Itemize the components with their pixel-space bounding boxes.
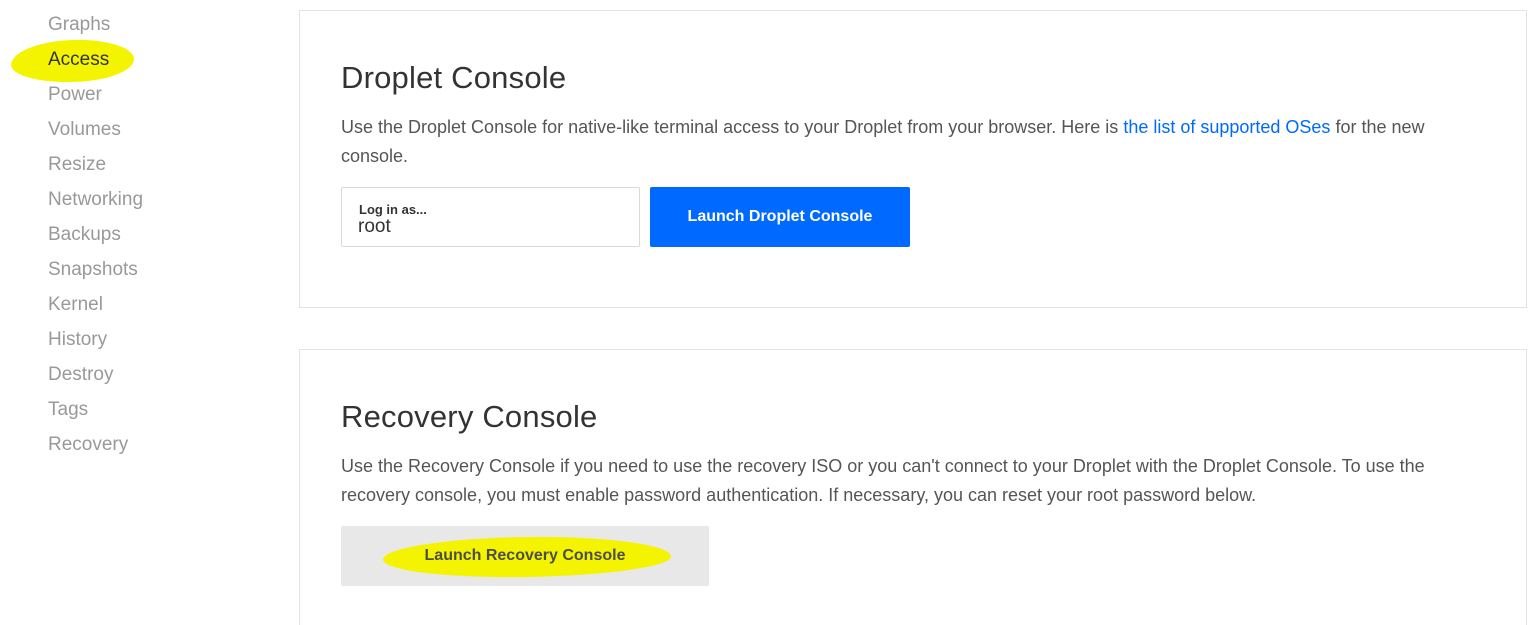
droplet-console-description-text: Use the Droplet Console for native-like … [341,117,1124,137]
sidebar-item-access[interactable]: Access [48,48,109,72]
launch-droplet-console-button[interactable]: Launch Droplet Console [650,187,910,247]
sidebar-item-history[interactable]: History [48,328,107,352]
sidebar-item-recovery[interactable]: Recovery [48,433,128,457]
droplet-console-card: Droplet Console Use the Droplet Console … [299,10,1527,308]
recovery-console-description: Use the Recovery Console if you need to … [341,456,1425,505]
droplet-console-description: Use the Droplet Console for native-like … [341,113,1481,171]
sidebar-item-volumes[interactable]: Volumes [48,118,121,142]
launch-recovery-console-button[interactable]: Launch Recovery Console [341,526,709,586]
sidebar-item-networking[interactable]: Networking [48,188,143,212]
droplet-console-title: Droplet Console [341,60,567,95]
sidebar-item-destroy[interactable]: Destroy [48,363,113,387]
page: Graphs Access Power Volumes Resize Netwo… [0,0,1529,625]
sidebar-item-tags[interactable]: Tags [48,398,88,422]
sidebar-nav: Graphs Access Power Volumes Resize Netwo… [0,0,260,625]
launch-recovery-console-label: Launch Recovery Console [424,547,626,564]
recovery-console-title: Recovery Console [341,399,598,434]
sidebar-item-kernel[interactable]: Kernel [48,293,103,317]
login-as-field[interactable]: Log in as... [341,187,640,247]
sidebar-item-graphs[interactable]: Graphs [48,13,110,37]
login-as-input[interactable] [358,216,618,238]
sidebar-item-snapshots[interactable]: Snapshots [48,258,138,282]
sidebar-item-power[interactable]: Power [48,83,102,107]
sidebar-item-backups[interactable]: Backups [48,223,121,247]
recovery-console-card: Recovery Console Use the Recovery Consol… [299,349,1527,625]
login-as-label: Log in as... [359,202,427,217]
sidebar-item-resize[interactable]: Resize [48,153,106,177]
supported-oses-link[interactable]: the list of supported OSes [1123,117,1330,137]
